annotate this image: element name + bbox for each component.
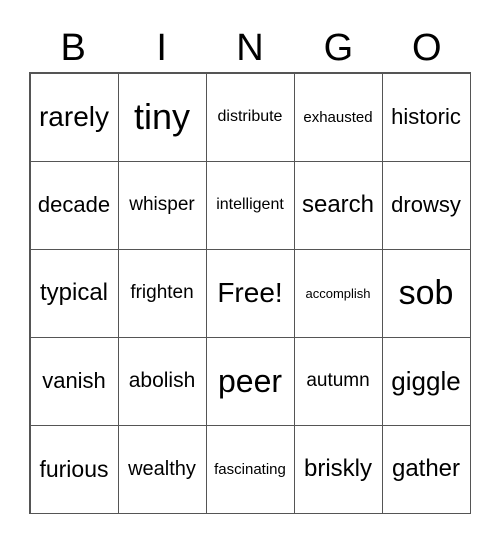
bingo-cell: fascinating — [205, 424, 295, 514]
bingo-cell: intelligent — [205, 160, 295, 250]
bingo-cell: briskly — [293, 424, 383, 514]
bingo-cell: giggle — [381, 336, 471, 426]
bingo-cell: gather — [381, 424, 471, 514]
bingo-cell: sob — [381, 248, 471, 338]
bingo-cell: historic — [381, 72, 471, 162]
bingo-cell: rarely — [29, 72, 119, 162]
bingo-cell: exhausted — [293, 72, 383, 162]
bingo-cell: autumn — [293, 336, 383, 426]
bingo-cell: distribute — [205, 72, 295, 162]
bingo-cell: wealthy — [117, 424, 207, 514]
bingo-cell: typical — [29, 248, 119, 338]
bingo-cell: vanish — [29, 336, 119, 426]
header-letter-o: O — [412, 27, 442, 69]
bingo-cell: search — [293, 160, 383, 250]
free-space-cell: Free! — [205, 248, 295, 338]
header-letter-b: B — [60, 27, 86, 69]
bingo-cell: furious — [29, 424, 119, 514]
bingo-grid: rarely tiny distribute exhausted historic dec… — [29, 72, 471, 514]
bingo-header: B I N G O — [29, 24, 471, 72]
bingo-cell: frighten — [117, 248, 207, 338]
bingo-cell: drowsy — [381, 160, 471, 250]
bingo-cell: decade — [29, 160, 119, 250]
header-letter-i: I — [156, 27, 167, 69]
bingo-cell: peer — [205, 336, 295, 426]
bingo-cell: tiny — [117, 72, 207, 162]
bingo-cell: whisper — [117, 160, 207, 250]
header-letter-n: N — [236, 27, 264, 69]
header-letter-g: G — [323, 27, 354, 69]
bingo-cell: accomplish — [293, 248, 383, 338]
bingo-cell: abolish — [117, 336, 207, 426]
